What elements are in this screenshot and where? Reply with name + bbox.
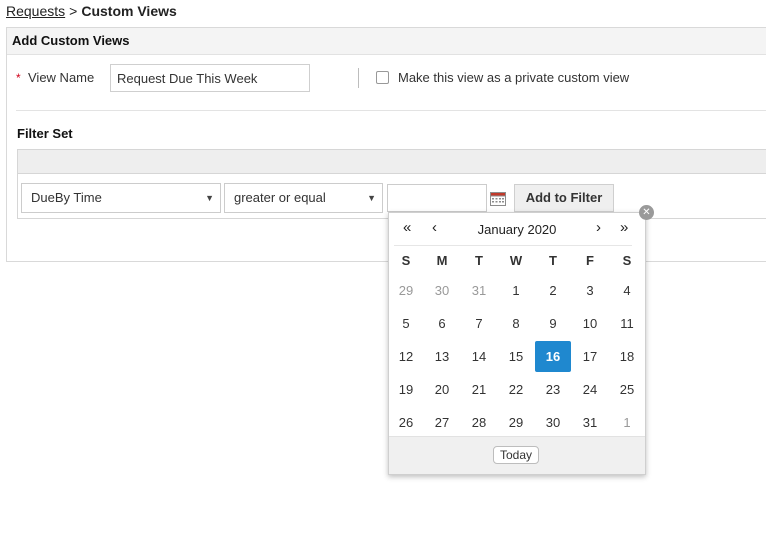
add-custom-view-panel: Add Custom Views — [6, 27, 766, 262]
filter-list-bar — [18, 150, 766, 174]
calendar-day[interactable]: 24 — [572, 374, 608, 405]
calendar-day[interactable]: 12 — [388, 341, 424, 372]
today-button[interactable]: Today — [493, 446, 539, 464]
calendar-day[interactable]: 29 — [498, 407, 534, 438]
calendar-day[interactable]: 30 — [424, 275, 460, 306]
weekday-label: F — [586, 253, 594, 268]
required-mark: * — [16, 71, 21, 85]
calendar-day[interactable]: 11 — [609, 308, 645, 339]
private-view-checkbox[interactable] — [376, 71, 389, 84]
calendar-day[interactable]: 5 — [388, 308, 424, 339]
calendar-day[interactable]: 3 — [572, 275, 608, 306]
calendar-day[interactable]: 22 — [498, 374, 534, 405]
calendar-day[interactable]: 19 — [388, 374, 424, 405]
chevron-down-icon: ▼ — [205, 193, 214, 203]
calendar-header: « ‹ January 2020 › » — [389, 213, 645, 245]
calendar-day[interactable]: 1 — [609, 407, 645, 438]
weekday-label: W — [509, 253, 523, 268]
breadcrumb-separator: > — [69, 3, 78, 19]
calendar-day[interactable]: 15 — [498, 341, 534, 372]
calendar-day-selected[interactable]: 16 — [535, 341, 571, 372]
calendar-week-row: 26 27 28 29 30 31 1 — [389, 406, 647, 439]
calendar-day[interactable]: 9 — [535, 308, 571, 339]
calendar-week-row: 19 20 21 22 23 24 25 — [389, 373, 647, 406]
calendar-icon[interactable] — [490, 192, 506, 206]
calendar-day[interactable]: 21 — [461, 374, 497, 405]
calendar-day[interactable]: 31 — [572, 407, 608, 438]
calendar-day[interactable]: 18 — [609, 341, 645, 372]
breadcrumb-link-requests[interactable]: Requests — [6, 3, 65, 19]
calendar-day[interactable]: 4 — [609, 275, 645, 306]
weekday-label: T — [475, 253, 483, 268]
breadcrumb-current: Custom Views — [81, 3, 177, 19]
divider — [358, 68, 359, 88]
section-divider — [16, 110, 766, 111]
calendar-day[interactable]: 14 — [461, 341, 497, 372]
calendar-day[interactable]: 30 — [535, 407, 571, 438]
weekday-label: S — [622, 253, 632, 268]
calendar-week-row: 29 30 31 1 2 3 4 — [389, 274, 647, 307]
calendar-day[interactable]: 31 — [461, 275, 497, 306]
calendar-day[interactable]: 23 — [535, 374, 571, 405]
calendar-day[interactable]: 13 — [424, 341, 460, 372]
filter-field-value: DueBy Time — [31, 190, 102, 205]
view-name-input[interactable] — [110, 64, 310, 92]
filter-date-input[interactable] — [387, 184, 487, 212]
weekday-label: M — [436, 253, 448, 268]
panel-title: Add Custom Views — [7, 28, 766, 55]
private-view-label[interactable]: Make this view as a private custom view — [398, 70, 629, 85]
calendar-day[interactable]: 7 — [461, 308, 497, 339]
calendar-day[interactable]: 29 — [388, 275, 424, 306]
next-year-icon[interactable]: » — [620, 220, 628, 236]
filter-operator-value: greater or equal — [234, 190, 326, 205]
calendar-grid: S M T W T F S 29 30 31 1 2 3 4 5 6 7 8 9 10 11 12 13 14 15 16 17 18… — [389, 246, 647, 439]
date-picker-popup: « ‹ January 2020 › » S M T W T F S 29 30 31 1 2 3 4 5 6… — [388, 212, 646, 475]
calendar-day[interactable]: 25 — [609, 374, 645, 405]
next-month-icon[interactable]: › — [596, 220, 601, 236]
view-name-label: View Name — [28, 70, 95, 85]
calendar-day[interactable]: 20 — [424, 374, 460, 405]
calendar-day[interactable]: 1 — [498, 275, 534, 306]
calendar-day[interactable]: 26 — [388, 407, 424, 438]
breadcrumb: Requests > Custom Views — [6, 3, 177, 19]
calendar-day[interactable]: 6 — [424, 308, 460, 339]
filter-field-select[interactable]: DueBy Time ▼ — [21, 183, 221, 213]
close-icon[interactable]: ✕ — [639, 205, 654, 220]
calendar-day[interactable]: 8 — [498, 308, 534, 339]
filter-operator-select[interactable]: greater or equal ▼ — [224, 183, 383, 213]
calendar-month-label: January 2020 — [477, 222, 557, 237]
calendar-week-row: 12 13 14 15 16 17 18 — [389, 340, 647, 373]
calendar-day[interactable]: 2 — [535, 275, 571, 306]
filter-set-label: Filter Set — [17, 126, 73, 141]
calendar-day[interactable]: 10 — [572, 308, 608, 339]
calendar-footer: Today — [389, 436, 645, 474]
calendar-day[interactable]: 17 — [572, 341, 608, 372]
calendar-day[interactable]: 28 — [461, 407, 497, 438]
weekday-header-row: SMTWTFS — [389, 246, 647, 274]
calendar-day[interactable]: 27 — [424, 407, 460, 438]
calendar-week-row: 5 6 7 8 9 10 11 — [389, 307, 647, 340]
weekday-label: S — [401, 253, 411, 268]
chevron-down-icon: ▼ — [367, 193, 376, 203]
add-to-filter-button[interactable]: Add to Filter — [514, 184, 614, 212]
weekday-label: T — [549, 253, 557, 268]
